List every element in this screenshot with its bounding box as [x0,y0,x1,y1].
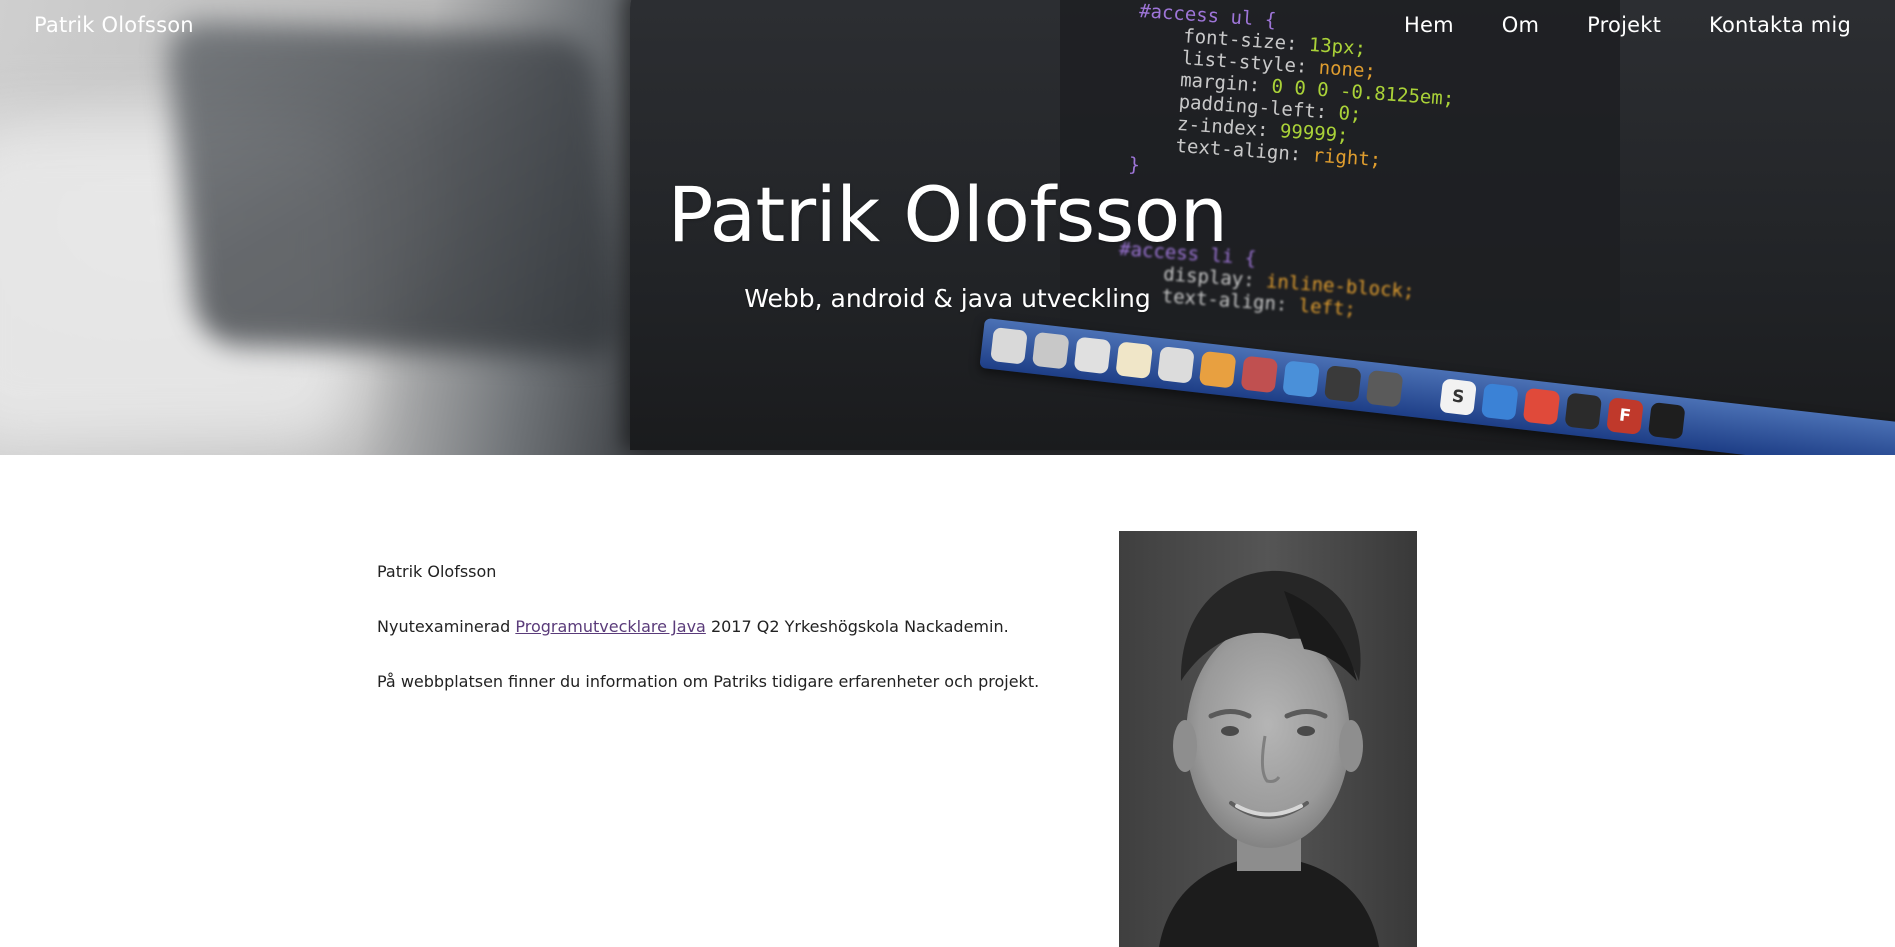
dock-app-icon [1198,350,1237,389]
dock-app-icon [1240,355,1279,394]
about-section: Patrik Olofsson Nyutexaminerad Programut… [377,561,1077,726]
dock-app-icon [1031,331,1070,370]
dock-app-icon [1647,402,1686,440]
code-value: 0; [1337,102,1363,126]
dock-app-icon [1522,387,1561,426]
about-name: Patrik Olofsson [377,562,497,581]
dock-app-icon: F [1606,397,1644,435]
dock-app-icon [1365,369,1404,408]
dock-app-icon [1324,365,1362,403]
dock-app-icon [1481,383,1519,421]
about-description: På webbplatsen finner du information om … [377,672,1040,691]
nav-link-hem[interactable]: Hem [1404,13,1454,37]
dock-app-icon [1282,360,1320,398]
hero-subtitle: Webb, android & java utveckling [744,284,1151,313]
hero-title: Patrik Olofsson [667,170,1228,259]
code-value: right; [1311,144,1382,172]
nav-link-kontakta-mig[interactable]: Kontakta mig [1709,13,1851,37]
site-brand-link[interactable]: Patrik Olofsson [34,13,194,37]
nav-link-om[interactable]: Om [1502,13,1539,37]
about-education-suffix: 2017 Q2 Yrkeshögskola Nackademin. [710,617,1009,636]
hero-banner: #access ul { font-size: 13px; list-style… [0,0,1895,455]
dock-app-icon: S [1439,378,1477,416]
dock-app-icon [1157,346,1195,384]
dock-app-icon [990,327,1028,365]
dock-app-icon [1564,392,1603,431]
about-education: Nyutexaminerad Programutvecklare Java 20… [377,616,1077,638]
main-navigation: Hem Om Projekt Kontakta mig [1356,13,1851,37]
program-link[interactable]: Programutvecklare Java [515,617,706,636]
dock-separator [1409,392,1433,395]
about-education-prefix: Nyutexaminerad [377,617,511,636]
profile-photo [1119,531,1417,947]
dock-app-icon [1073,336,1112,375]
dock-app-icon [1115,341,1154,379]
nav-link-projekt[interactable]: Projekt [1587,13,1661,37]
profile-photo-illustration [1119,531,1417,947]
